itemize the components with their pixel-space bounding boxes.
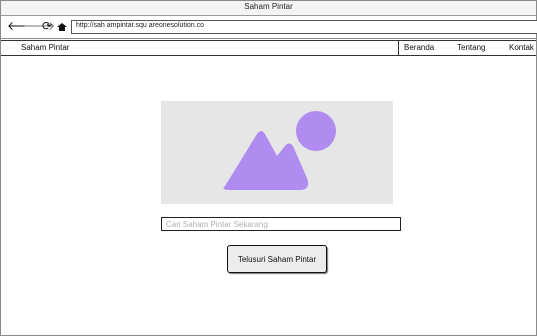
nav-divider (398, 41, 399, 55)
site-navbar: Saham Pintar Beranda Tentang Kontak (1, 40, 536, 56)
home-icon[interactable] (57, 23, 67, 31)
nav-link-tentang[interactable]: Tentang (457, 43, 485, 52)
search-button[interactable]: Telusuri Saham Pintar (227, 245, 327, 273)
site-brand[interactable]: Saham Pintar (21, 43, 69, 52)
hero-image (161, 101, 393, 204)
browser-toolbar: 🡐 🡒 ⟳ http://sah ampintar.squ areonesolu… (1, 16, 537, 39)
search-input[interactable] (161, 217, 401, 231)
reload-icon[interactable]: ⟳ (42, 20, 52, 32)
nav-link-kontak[interactable]: Kontak (509, 43, 534, 52)
url-text: http://sah ampintar.squ areonesolution.c… (76, 22, 205, 29)
image-placeholder-icon (223, 111, 336, 190)
nav-link-beranda[interactable]: Beranda (404, 43, 434, 52)
browser-window: Saham Pintar 🡐 🡒 ⟳ http://sah ampintar.s… (0, 0, 537, 336)
window-titlebar: Saham Pintar (1, 1, 536, 16)
window-title: Saham Pintar (244, 2, 293, 11)
address-bar[interactable]: http://sah ampintar.squ areonesolution.c… (71, 20, 537, 34)
